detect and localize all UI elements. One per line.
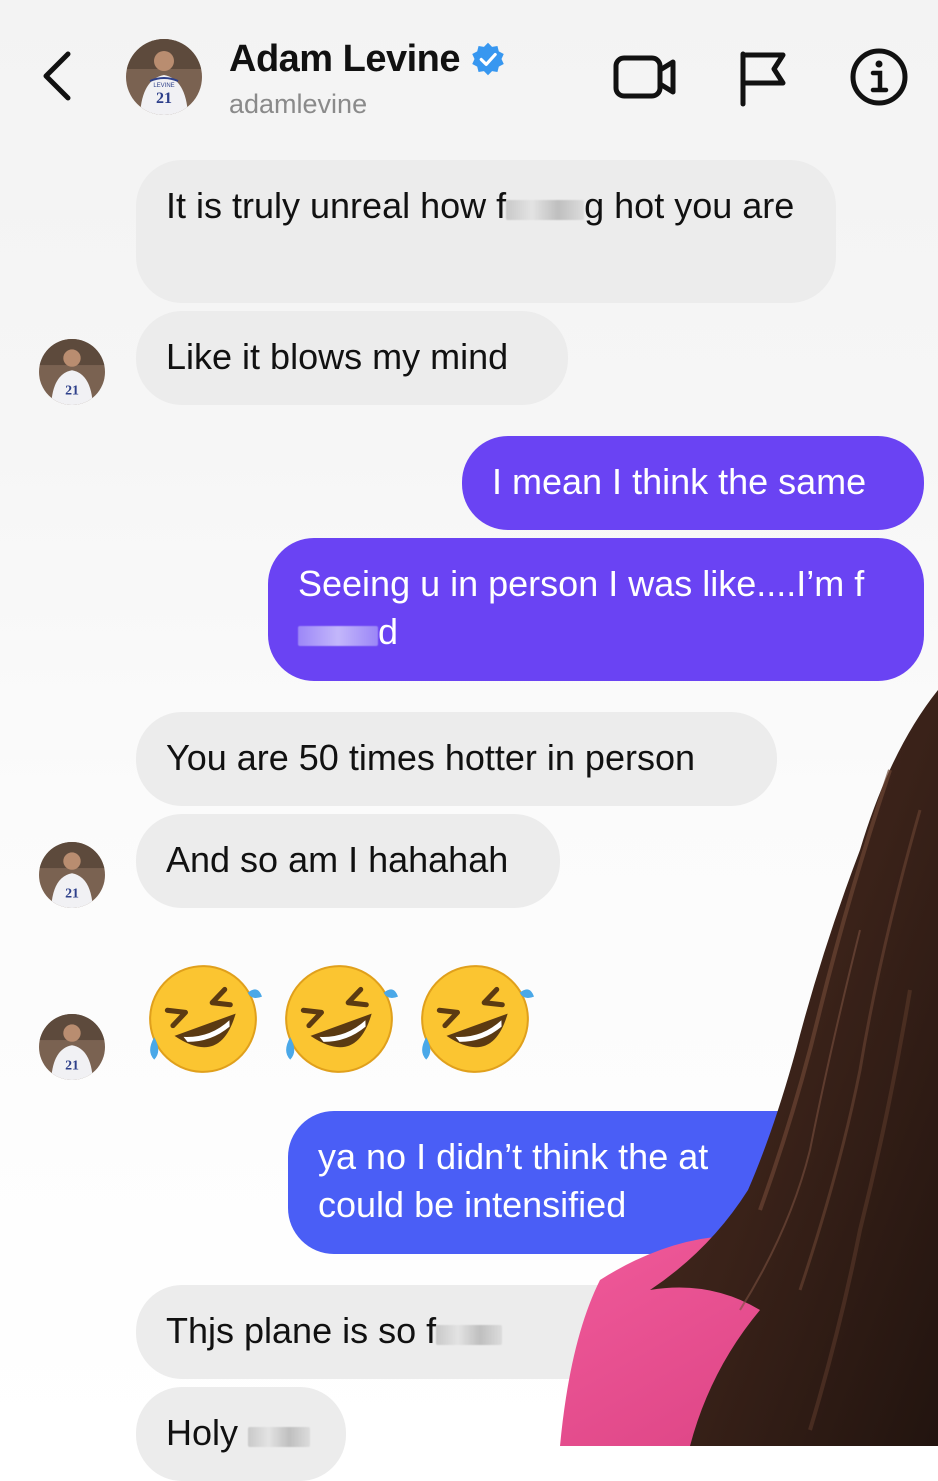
message-bubble-incoming[interactable]: Like it blows my mind bbox=[136, 311, 568, 405]
svg-text:21: 21 bbox=[65, 1059, 79, 1074]
avatar-photo: 21 LEVINE bbox=[126, 39, 202, 115]
flag-icon[interactable] bbox=[736, 46, 790, 108]
svg-text:21: 21 bbox=[156, 90, 172, 107]
message-text: Like it blows my mind bbox=[166, 336, 509, 377]
svg-text:21: 21 bbox=[65, 887, 79, 902]
message-bubble-incoming[interactable]: Holy bbox=[136, 1387, 346, 1481]
contact-name-row[interactable]: Adam Levine bbox=[229, 36, 506, 82]
message-text: It is truly unreal how f bbox=[166, 185, 507, 226]
rolling-on-floor-laughing-emoji-icon bbox=[149, 965, 262, 1073]
sender-avatar[interactable]: 21 bbox=[39, 339, 105, 405]
censored-text bbox=[436, 1325, 503, 1345]
message-bubble-outgoing[interactable]: Seeing u in person I was like....I’m f d bbox=[268, 538, 924, 681]
chat-header: 21 LEVINE Adam Levine adamlevine bbox=[0, 0, 938, 145]
avatar-photo: 21 bbox=[39, 1014, 105, 1080]
message-text: I mean I think the same bbox=[492, 461, 867, 502]
message-text: d bbox=[378, 611, 399, 652]
svg-text:LEVINE: LEVINE bbox=[153, 83, 174, 89]
censored-text bbox=[506, 200, 585, 220]
message-bubble-incoming[interactable]: It is truly unreal how f g hot you are bbox=[136, 160, 836, 303]
chevron-left-icon[interactable] bbox=[34, 44, 84, 108]
message-text: g hot you are bbox=[584, 185, 795, 226]
message-bubble-incoming[interactable]: And so am I hahahah bbox=[136, 814, 560, 908]
message-text: And so am I hahahah bbox=[166, 839, 509, 880]
message-text: Thjs plane is so f bbox=[166, 1310, 437, 1351]
contact-handle: adamlevine bbox=[229, 89, 368, 119]
avatar-photo: 21 bbox=[39, 339, 105, 405]
person-overlay-image bbox=[560, 690, 938, 1446]
sender-avatar[interactable]: 21 bbox=[39, 842, 105, 908]
rolling-on-floor-laughing-emoji-icon bbox=[285, 965, 398, 1073]
censored-text bbox=[298, 626, 378, 646]
censored-text bbox=[248, 1427, 311, 1447]
contact-avatar[interactable]: 21 LEVINE bbox=[126, 39, 202, 115]
contact-name: Adam Levine bbox=[229, 37, 461, 80]
message-bubble-outgoing[interactable]: I mean I think the same bbox=[462, 436, 924, 530]
rolling-on-floor-laughing-emoji-icon bbox=[421, 965, 534, 1073]
message-text: Holy bbox=[166, 1412, 249, 1453]
verified-badge-icon bbox=[472, 42, 504, 76]
info-icon[interactable] bbox=[848, 46, 910, 108]
svg-text:21: 21 bbox=[65, 384, 79, 399]
sender-avatar[interactable]: 21 bbox=[39, 1014, 105, 1080]
avatar-photo: 21 bbox=[39, 842, 105, 908]
video-camera-icon[interactable] bbox=[612, 46, 678, 108]
message-text: Seeing u in person I was like....I’m f bbox=[298, 563, 865, 604]
